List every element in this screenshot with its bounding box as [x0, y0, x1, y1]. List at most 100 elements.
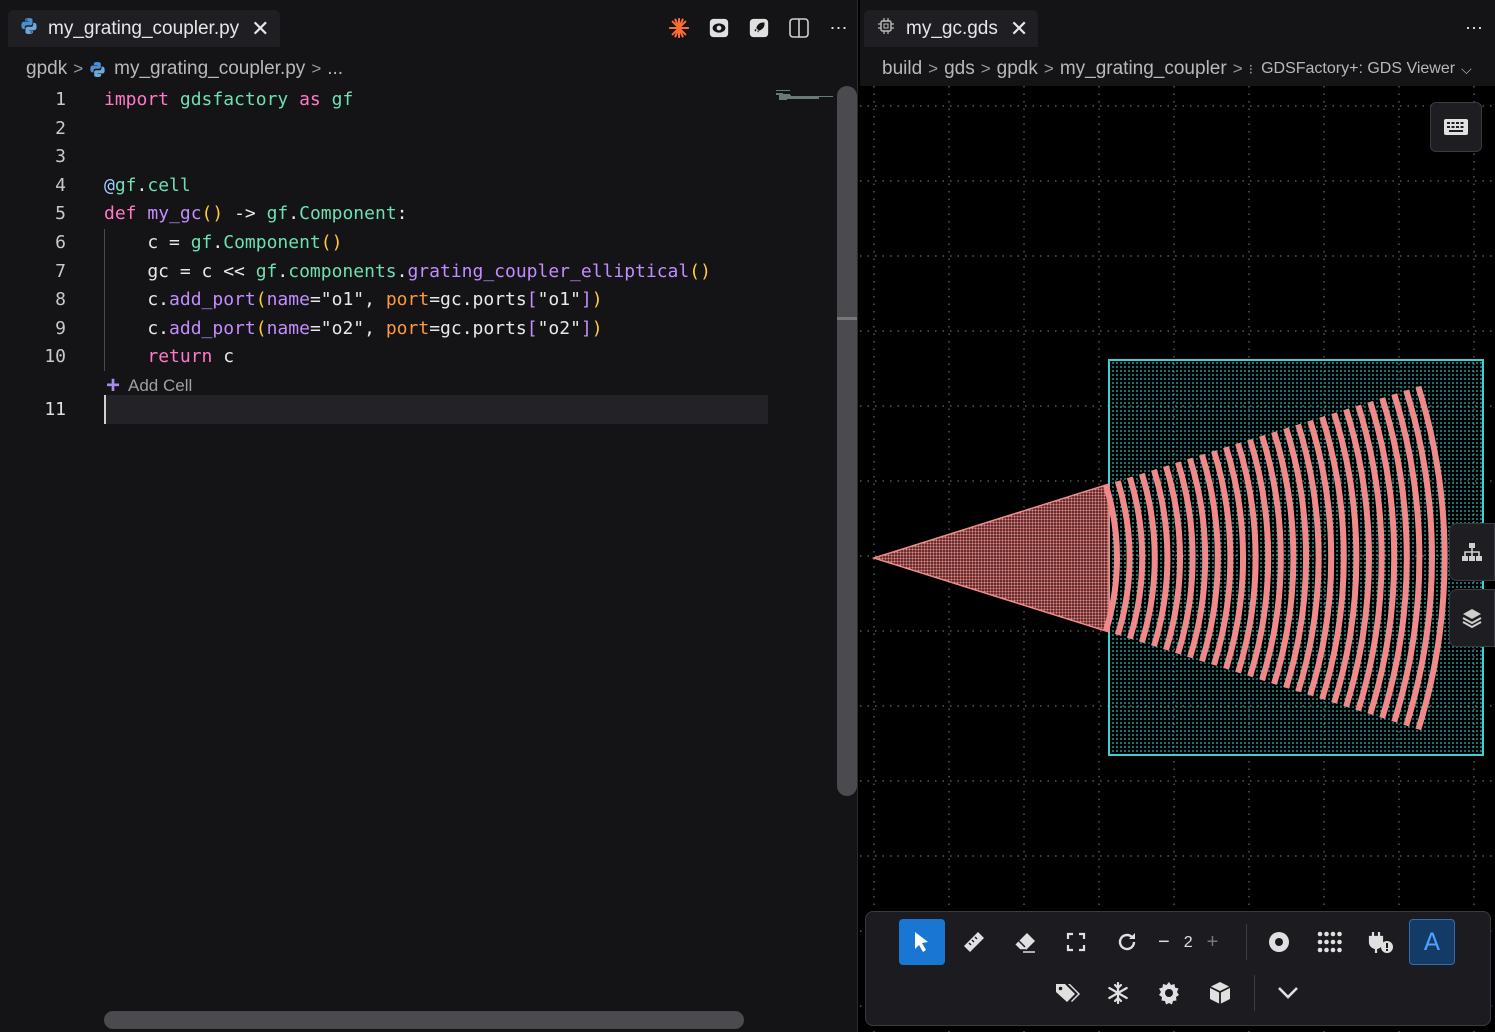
- more-actions-icon[interactable]: ⋯: [828, 17, 850, 39]
- editor-pane: my_grating_coupler.py ✕ ⋯ gpdk > my_grat…: [0, 0, 858, 1032]
- viewer-toolbar: − 2 + A: [865, 911, 1491, 1026]
- viewer-breadcrumb: build > gds > gpdk > my_grating_coupler …: [882, 58, 1472, 80]
- add-cell-label: Add Cell: [128, 376, 193, 395]
- viewer-tabbar: my_gc.gds ✕ ⋯: [860, 0, 1495, 48]
- breadcrumb-item[interactable]: build: [882, 58, 922, 80]
- code-line[interactable]: 2: [0, 115, 830, 143]
- editor-tabbar: my_grating_coupler.py ✕ ⋯: [0, 0, 857, 48]
- line-number: 6: [55, 232, 66, 253]
- code-line[interactable]: 1 import gdsfactory as gf: [0, 86, 830, 114]
- code-text: c.add_port(name="o1", port=gc.ports["o1"…: [104, 289, 603, 311]
- code-line[interactable]: 8 c.add_port(name="o1", port=gc.ports["o…: [0, 286, 830, 314]
- close-icon[interactable]: ✕: [1010, 17, 1028, 40]
- layout-view[interactable]: [860, 86, 1495, 1032]
- tab-my-gc-gds[interactable]: my_gc.gds ✕: [864, 10, 1039, 47]
- scroll-position-marker: [837, 317, 857, 320]
- vertical-scrollbar[interactable]: [837, 86, 857, 796]
- chevron-right-icon: >: [980, 59, 991, 78]
- python-icon: [89, 61, 106, 78]
- breadcrumb-item[interactable]: GDSFactory+: GDS Viewer: [1261, 60, 1455, 78]
- code-line[interactable]: 3: [0, 143, 830, 171]
- line-number: 1: [55, 89, 66, 110]
- gds-canvas[interactable]: [860, 86, 1495, 1032]
- taper: [871, 482, 1110, 634]
- more-actions-icon[interactable]: ⋯: [1463, 17, 1485, 39]
- eraser-icon[interactable]: [1002, 919, 1048, 965]
- line-number: 3: [55, 146, 66, 168]
- breadcrumb-item[interactable]: gpdk: [997, 58, 1038, 80]
- divider: [1254, 975, 1255, 1011]
- code-line[interactable]: 9 c.add_port(name="o2", port=gc.ports["o…: [0, 315, 830, 343]
- record-icon[interactable]: [1256, 919, 1302, 965]
- chevron-right-icon: >: [73, 59, 84, 78]
- snowflake-icon[interactable]: [1095, 970, 1141, 1016]
- chevron-right-icon: >: [311, 59, 322, 78]
- tab-label: my_grating_coupler.py: [48, 17, 240, 39]
- line-number: 7: [55, 260, 66, 282]
- code-text: gc = c << gf.components.grating_coupler_…: [104, 260, 711, 282]
- ruler-icon[interactable]: [951, 919, 997, 965]
- code-text: c = gf.Component(): [104, 232, 343, 253]
- reload-icon[interactable]: [1104, 919, 1150, 965]
- code-line[interactable]: 10 return c: [0, 343, 830, 371]
- zoom-out-button[interactable]: −: [1158, 931, 1170, 954]
- text-labels-icon[interactable]: A: [1409, 919, 1455, 965]
- code-text: return c: [147, 346, 235, 368]
- keyboard-icon[interactable]: [1430, 102, 1482, 152]
- empty-cell-input[interactable]: [104, 395, 768, 424]
- tab-my-grating-coupler[interactable]: my_grating_coupler.py ✕: [8, 10, 280, 47]
- split-editor-icon[interactable]: [788, 17, 810, 39]
- breadcrumb: gpdk > my_grating_coupler.py > ...: [26, 58, 343, 80]
- select-cursor-icon[interactable]: [899, 919, 945, 965]
- code-line[interactable]: 6 c = gf.Component(): [0, 229, 830, 257]
- python-icon: [20, 17, 38, 41]
- zoom-control: − 2 +: [1158, 931, 1218, 954]
- divider: [1246, 924, 1247, 960]
- chevron-down-icon[interactable]: [1265, 970, 1311, 1016]
- rocket-icon[interactable]: [748, 17, 770, 39]
- close-icon[interactable]: ✕: [251, 17, 269, 40]
- breadcrumb-item[interactable]: my_grating_coupler.py: [114, 58, 305, 80]
- zoom-in-button[interactable]: +: [1207, 931, 1219, 954]
- breadcrumb-item[interactable]: gds: [944, 58, 975, 80]
- tags-icon[interactable]: [1044, 970, 1090, 1016]
- line-number: 8: [55, 289, 66, 311]
- line-number: 10: [44, 346, 66, 368]
- code-text: def my_gc() -> gf.Component:: [104, 203, 408, 225]
- indent-guide: [104, 229, 105, 371]
- breadcrumb-item[interactable]: gpdk: [26, 58, 67, 80]
- breadcrumb-item[interactable]: ...: [327, 58, 343, 80]
- code-text: @gf.cell: [104, 174, 191, 196]
- code-line[interactable]: 5 def my_gc() -> gf.Component:: [0, 200, 830, 228]
- sparkle-icon[interactable]: [668, 17, 690, 39]
- line-number: 9: [55, 317, 66, 339]
- cell-line-number: 11: [44, 399, 66, 420]
- line-number: 2: [55, 117, 66, 139]
- chevron-right-icon: >: [1232, 59, 1243, 78]
- layers-icon[interactable]: [1449, 589, 1495, 647]
- settings-gear-icon[interactable]: [1146, 970, 1192, 1016]
- chevron-right-icon: >: [1043, 59, 1054, 78]
- grid-dots-icon[interactable]: [1307, 919, 1353, 965]
- line-number: 5: [55, 203, 66, 225]
- chip-icon: [876, 16, 896, 42]
- viewer-icon: ⁝: [1248, 60, 1254, 77]
- line-number: 4: [55, 174, 66, 196]
- tab-label: my_gc.gds: [906, 17, 998, 39]
- hierarchy-icon[interactable]: [1449, 523, 1495, 581]
- zoom-level: 2: [1183, 933, 1193, 951]
- code-line[interactable]: 7 gc = c << gf.components.grating_couple…: [0, 258, 830, 286]
- code-text: c.add_port(name="o2", port=gc.ports["o2"…: [104, 317, 603, 339]
- code-line[interactable]: 4 @gf.cell: [0, 172, 830, 200]
- horizontal-scrollbar[interactable]: [104, 1011, 744, 1029]
- chevron-right-icon: >: [928, 59, 939, 78]
- preview-eye-icon[interactable]: [708, 17, 730, 39]
- code-text: import gdsfactory as gf: [104, 89, 354, 110]
- viewer-pane: my_gc.gds ✕ ⋯ build > gds > gpdk > my_gr…: [860, 0, 1495, 1032]
- fit-view-icon[interactable]: [1053, 919, 1099, 965]
- breadcrumb-item[interactable]: my_grating_coupler: [1060, 58, 1227, 80]
- chevron-down-icon[interactable]: ⌵: [1461, 61, 1472, 78]
- editor-actions: ⋯: [668, 17, 850, 39]
- plug-warning-icon[interactable]: [1358, 919, 1404, 965]
- cube-3d-icon[interactable]: [1197, 970, 1243, 1016]
